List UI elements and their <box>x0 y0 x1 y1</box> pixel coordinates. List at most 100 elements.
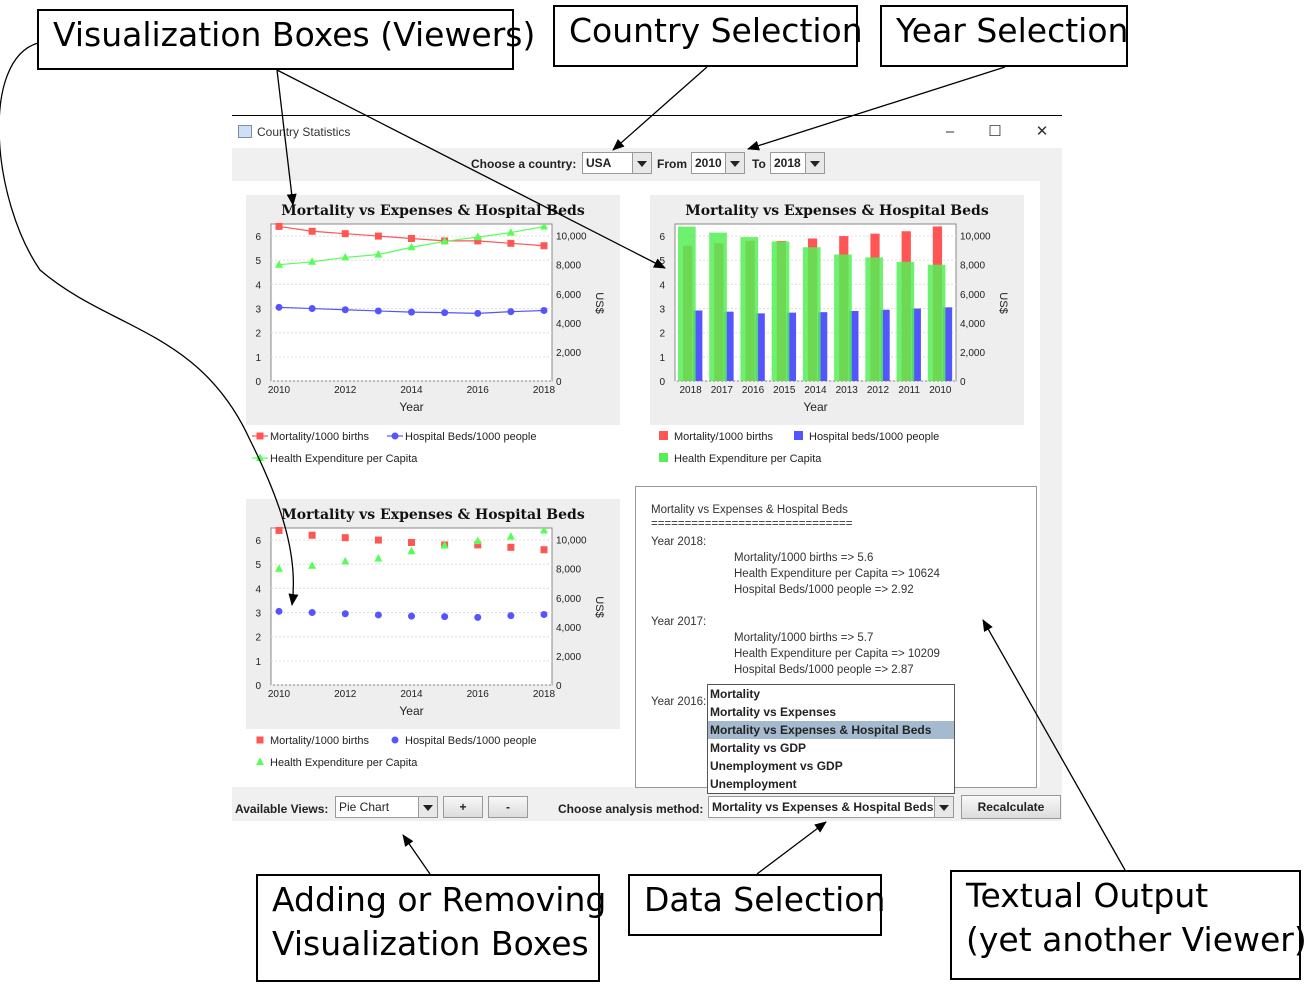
chevron-down-icon <box>418 797 437 817</box>
close-button[interactable]: ✕ <box>1029 122 1055 142</box>
recalculate-button[interactable]: Recalculate <box>961 795 1061 819</box>
x-tick-label: 2012 <box>334 689 357 700</box>
data-point <box>275 222 283 230</box>
from-year-select[interactable]: 2010 <box>691 152 745 174</box>
y-tick-label: 0 <box>255 681 261 692</box>
scatter-chart-viewer: Mortality vs Expenses & Hospital Beds 0 1 2… <box>246 499 620 773</box>
callout-textual-output: Textual Output (yet another Viewer) <box>950 870 1307 980</box>
bar <box>834 254 852 381</box>
text-rule: ============================== <box>651 518 853 530</box>
country-select[interactable]: USA <box>582 152 652 174</box>
method-select[interactable]: Mortality vs Expenses & Hospital Beds <box>708 796 954 818</box>
x-tick-label: 2012 <box>867 385 890 396</box>
window-title: Country Statistics <box>257 125 351 139</box>
y2-tick-label: 4,000 <box>556 623 581 634</box>
data-point <box>374 536 382 544</box>
y-tick-label: 4 <box>659 280 665 291</box>
data-point <box>441 309 449 317</box>
method-option[interactable]: Mortality vs Expenses <box>708 703 954 721</box>
data-point <box>308 305 316 313</box>
chart-title: Mortality vs Expenses & Hospital Beds <box>281 203 585 219</box>
text-value-line: Health Expenditure per Capita => 10209 <box>734 648 940 660</box>
method-option[interactable]: Mortality <box>708 685 954 703</box>
legend-label: Mortality/1000 births <box>270 431 370 443</box>
y2-tick-label: 10,000 <box>556 536 587 547</box>
y2-tick-label: 0 <box>556 681 562 692</box>
y2-tick-label: 8,000 <box>556 565 581 576</box>
chevron-down-icon <box>934 797 953 817</box>
views-select[interactable]: Pie Chart <box>335 796 438 818</box>
add-view-button[interactable]: + <box>443 796 483 818</box>
remove-view-button[interactable]: - <box>488 796 528 818</box>
data-point <box>540 306 548 314</box>
legend-marker <box>256 432 264 440</box>
callout-text: Visualization Boxes (Viewers) <box>53 15 536 54</box>
from-year-value: 2010 <box>695 156 722 170</box>
data-point <box>507 612 515 620</box>
country-label: Choose a country: <box>471 157 577 171</box>
y2-axis-label: US$ <box>997 292 1009 313</box>
data-point <box>341 230 349 238</box>
bar <box>709 232 727 381</box>
legend-swatch <box>659 453 668 462</box>
legend-label: Health Expenditure per Capita <box>270 453 418 465</box>
chevron-down-icon <box>725 153 744 173</box>
text-value-line: Hospital Beds/1000 people => 2.92 <box>734 584 914 596</box>
callout-data-selection: Data Selection <box>628 874 885 936</box>
data-point <box>308 531 316 539</box>
legend-label: Mortality/1000 births <box>270 735 370 747</box>
method-option[interactable]: Unemployment <box>708 775 954 793</box>
bar <box>865 257 883 381</box>
data-point <box>474 309 482 317</box>
x-axis-label: Year <box>803 400 827 414</box>
bar-chart-viewer: Mortality vs Expenses & Hospital Beds 0 1 2… <box>650 195 1024 469</box>
method-option[interactable]: Unemployment vs GDP <box>708 757 954 775</box>
text-value-line: Mortality/1000 births => 5.6 <box>734 552 874 564</box>
y2-tick-label: 8,000 <box>960 261 985 272</box>
data-point <box>341 306 349 314</box>
y-tick-label: 1 <box>659 353 665 364</box>
x-tick-label: 2010 <box>268 689 291 700</box>
text-year-label: Year 2016: <box>651 696 707 708</box>
y-tick-label: 6 <box>255 232 261 243</box>
method-option[interactable]: Mortality vs GDP <box>708 739 954 757</box>
title-bar: Country Statistics – ☐ ✕ <box>232 115 1062 148</box>
x-tick-label: 2017 <box>711 385 734 396</box>
y2-tick-label: 6,000 <box>556 594 581 605</box>
y2-tick-label: 2,000 <box>556 652 581 663</box>
y2-tick-label: 8,000 <box>556 261 581 272</box>
chart-title: Mortality vs Expenses & Hospital Beds <box>685 203 989 219</box>
y-tick-label: 2 <box>255 633 261 644</box>
x-tick-label: 2016 <box>467 385 490 396</box>
java-app-icon <box>238 125 252 138</box>
data-point <box>308 227 316 235</box>
data-point <box>341 534 349 542</box>
to-year-select[interactable]: 2018 <box>770 152 825 174</box>
bar <box>896 261 915 381</box>
method-option-selected[interactable]: Mortality vs Expenses & Hospital Beds <box>708 721 954 739</box>
y-tick-label: 4 <box>255 280 261 291</box>
y-tick-label: 6 <box>255 536 261 547</box>
legend-marker <box>391 736 399 744</box>
line-chart-viewer: Mortality vs Expenses & Hospital Beds 0 1 2… <box>246 195 620 469</box>
text-value-line: Mortality/1000 births => 5.7 <box>734 632 874 644</box>
data-point <box>275 607 283 615</box>
x-tick-label: 2013 <box>836 385 859 396</box>
available-views-label: Available Views: <box>235 802 329 816</box>
x-tick-label: 2014 <box>804 385 827 396</box>
legend-label: Health Expenditure per Capita <box>674 453 822 465</box>
maximize-button[interactable]: ☐ <box>982 122 1008 142</box>
y-tick-label: 2 <box>659 329 665 340</box>
x-axis-label: Year <box>399 704 423 718</box>
data-point <box>540 242 548 250</box>
y-tick-label: 2 <box>255 329 261 340</box>
y2-tick-label: 4,000 <box>960 319 985 330</box>
data-point <box>275 303 283 311</box>
x-axis-label: Year <box>399 400 423 414</box>
y2-tick-label: 10,000 <box>960 232 991 243</box>
data-point <box>507 239 515 247</box>
data-point <box>374 232 382 240</box>
chevron-down-icon <box>805 153 824 173</box>
minimize-button[interactable]: – <box>937 122 963 142</box>
data-point <box>507 308 515 316</box>
